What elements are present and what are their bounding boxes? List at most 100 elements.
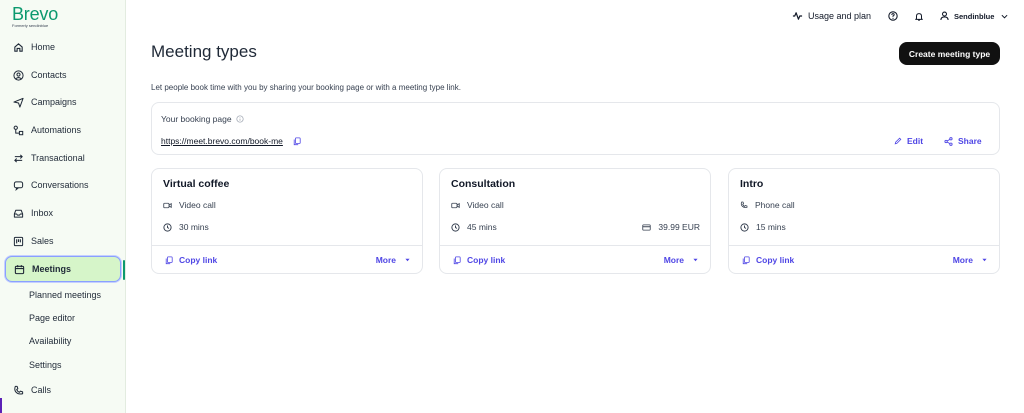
user-icon <box>940 11 949 21</box>
card-divider <box>729 245 999 246</box>
meeting-type-duration: 15 mins <box>740 222 786 232</box>
pencil-icon <box>894 137 902 145</box>
sidebar-item-conversations[interactable]: Conversations <box>5 173 121 197</box>
meeting-type-kind-label: Video call <box>467 200 504 210</box>
caret-down-icon <box>982 258 987 262</box>
meeting-type-kind: Phone call <box>740 200 795 210</box>
copy-icon <box>453 256 461 265</box>
chevron-down-icon <box>1001 14 1008 19</box>
sidebar-item-calls[interactable]: Calls <box>5 378 121 402</box>
copy-link-button[interactable]: Copy link <box>742 255 794 265</box>
usage-and-plan-button[interactable]: Usage and plan <box>792 9 871 23</box>
share-booking-page-button[interactable]: Share <box>944 136 982 146</box>
copy-icon <box>165 256 173 265</box>
phone-icon <box>740 201 748 209</box>
calendar-icon <box>14 264 25 275</box>
video-icon <box>451 202 460 209</box>
more-menu-button[interactable]: More <box>664 255 698 265</box>
active-indicator <box>123 260 125 280</box>
create-meeting-type-button[interactable]: Create meeting type <box>899 42 1000 65</box>
sidebar-item-label: Calls <box>31 385 52 395</box>
copy-icon <box>742 256 750 265</box>
copy-icon[interactable] <box>293 137 301 146</box>
sidebar-item-label: Campaigns <box>31 97 77 107</box>
sidebar-item-automations[interactable]: Automations <box>5 118 121 142</box>
booking-page-card: Your booking page https://meet.brevo.com… <box>151 102 1000 155</box>
meeting-type-kind-label: Phone call <box>755 200 795 210</box>
copy-link-label: Copy link <box>467 255 506 265</box>
sidebar-item-label: Home <box>31 42 56 52</box>
card-divider <box>152 245 422 246</box>
sidebar-item-label: Sales <box>31 236 54 246</box>
more-menu-button[interactable]: More <box>376 255 410 265</box>
meeting-type-duration: 30 mins <box>163 222 209 232</box>
meeting-type-kind: Video call <box>163 200 216 210</box>
clock-icon <box>163 222 172 232</box>
activity-icon <box>792 11 803 21</box>
sidebar-item-label: Contacts <box>31 70 67 80</box>
credit-card-icon <box>642 223 652 231</box>
logo-wordmark: Brevo <box>12 4 59 24</box>
copy-link-label: Copy link <box>756 255 795 265</box>
sidebar-subitem-page-editor[interactable]: Page editor <box>29 313 75 323</box>
meeting-type-card-intro: Intro Phone call 15 mins Copy link More <box>728 168 1000 274</box>
notifications-button[interactable] <box>914 9 924 23</box>
meeting-type-card-virtual-coffee: Virtual coffee Video call 30 mins Copy l… <box>151 168 423 274</box>
window-edge-accent <box>0 398 2 413</box>
meeting-type-title: Consultation <box>451 178 516 190</box>
copy-link-button[interactable]: Copy link <box>165 255 217 265</box>
sidebar-item-contacts[interactable]: Contacts <box>5 63 121 87</box>
more-label: More <box>375 255 396 265</box>
sidebar-item-sales[interactable]: Sales <box>5 229 121 253</box>
info-icon[interactable] <box>236 115 244 123</box>
sidebar-item-label: Transactional <box>31 153 85 163</box>
more-menu-button[interactable]: More <box>953 255 987 265</box>
booking-page-url[interactable]: https://meet.brevo.com/book-me <box>161 136 283 146</box>
edit-booking-page-button[interactable]: Edit <box>894 136 923 146</box>
meeting-type-kind-label: Video call <box>179 200 216 210</box>
sidebar-item-campaigns[interactable]: Campaigns <box>5 90 121 114</box>
send-icon <box>13 97 24 108</box>
meeting-type-duration-label: 30 mins <box>179 222 209 232</box>
clock-icon <box>451 222 460 232</box>
booking-page-link[interactable]: https://meet.brevo.com/book-me <box>161 136 301 146</box>
sidebar-item-home[interactable]: Home <box>5 35 121 59</box>
edit-label: Edit <box>907 136 924 146</box>
sidebar-subitem-availability[interactable]: Availability <box>29 336 71 346</box>
chat-icon <box>13 180 24 191</box>
meeting-type-duration-label: 15 mins <box>756 222 786 232</box>
sidebar: Brevo Formerly sendinblue Home Contacts … <box>0 0 126 413</box>
phone-icon <box>13 385 24 396</box>
sidebar-item-meetings[interactable]: Meetings <box>5 256 121 282</box>
meeting-type-card-consultation: Consultation Video call 45 mins 39.99 EU… <box>439 168 711 274</box>
transfer-icon <box>13 153 24 164</box>
account-name: Sendinblue <box>954 11 995 21</box>
contacts-icon <box>13 69 24 81</box>
help-button[interactable] <box>888 9 898 23</box>
inbox-icon <box>13 208 24 219</box>
copy-link-button[interactable]: Copy link <box>453 255 505 265</box>
more-label: More <box>663 255 684 265</box>
meeting-type-title: Intro <box>740 178 764 190</box>
brevo-logo[interactable]: Brevo Formerly sendinblue <box>12 4 58 28</box>
meeting-type-duration: 45 mins <box>451 222 497 232</box>
sidebar-item-inbox[interactable]: Inbox <box>5 201 121 225</box>
meeting-type-kind: Video call <box>451 200 504 210</box>
sidebar-subitem-settings[interactable]: Settings <box>29 360 62 370</box>
sidebar-subitem-planned-meetings[interactable]: Planned meetings <box>29 290 101 300</box>
usage-and-plan-label: Usage and plan <box>808 11 872 21</box>
caret-down-icon <box>693 258 698 262</box>
home-icon <box>13 42 24 53</box>
sidebar-item-transactional[interactable]: Transactional <box>5 146 121 170</box>
meeting-type-duration-label: 45 mins <box>467 222 497 232</box>
booking-page-label: Your booking page <box>161 114 232 124</box>
page-title: Meeting types <box>151 42 257 61</box>
account-menu-button[interactable]: Sendinblue <box>940 9 1008 23</box>
share-icon <box>944 136 953 146</box>
card-divider <box>440 245 710 246</box>
copy-link-label: Copy link <box>179 255 218 265</box>
clock-icon <box>740 222 749 232</box>
automation-icon <box>13 125 24 136</box>
meeting-type-price: 39.99 EUR <box>642 222 700 232</box>
sidebar-item-label: Inbox <box>31 208 54 218</box>
